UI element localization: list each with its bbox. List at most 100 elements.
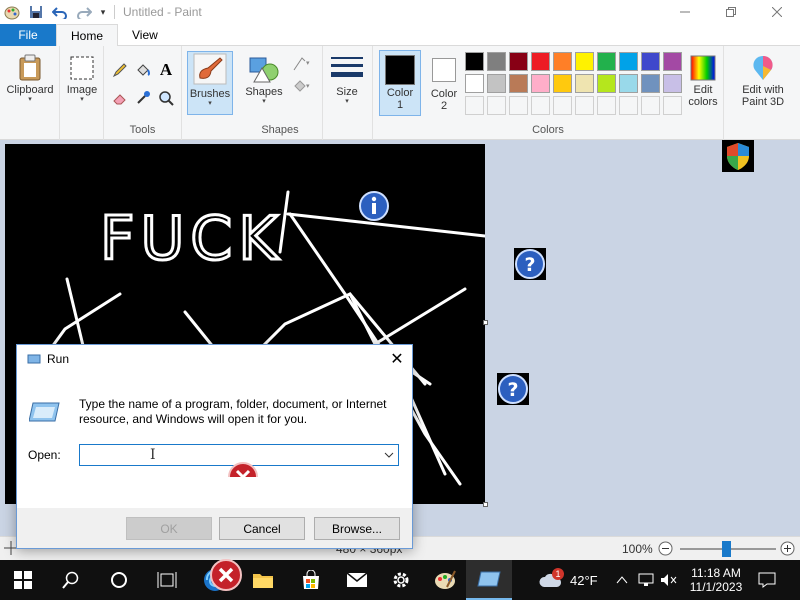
zoom-in-icon[interactable] <box>780 541 795 559</box>
fill-bucket-icon[interactable] <box>133 60 153 80</box>
window-title: Untitled - Paint <box>123 5 202 19</box>
save-icon[interactable] <box>24 0 48 24</box>
ok-button[interactable]: OK <box>126 517 212 540</box>
custom-color-slot[interactable] <box>619 96 638 115</box>
help-icon[interactable]: ? <box>514 248 546 280</box>
maximize-button[interactable] <box>708 0 754 24</box>
color-swatch[interactable] <box>663 52 682 71</box>
redo-icon[interactable] <box>72 0 96 24</box>
custom-color-slot[interactable] <box>487 96 506 115</box>
color-swatch[interactable] <box>663 74 682 93</box>
minimize-button[interactable] <box>662 0 708 24</box>
clock-date: 11/1/2023 <box>689 580 743 594</box>
clock[interactable]: 11:18 AM 11/1/2023 <box>684 560 748 600</box>
custom-color-slot[interactable] <box>531 96 550 115</box>
size-label: Size <box>336 86 358 98</box>
custom-color-slot[interactable] <box>597 96 616 115</box>
eraser-icon[interactable] <box>110 88 130 108</box>
pencil-icon[interactable] <box>110 60 130 80</box>
custom-color-slot[interactable] <box>553 96 572 115</box>
resize-handle-corner[interactable] <box>483 502 488 507</box>
cancel-button[interactable]: Cancel <box>219 517 305 540</box>
brushes-button[interactable]: Brushes ▾ <box>187 51 233 115</box>
size-button[interactable]: Size ▾ <box>326 54 368 106</box>
color1-number: 1 <box>396 99 404 111</box>
custom-color-slot[interactable] <box>575 96 594 115</box>
help-icon[interactable]: ? <box>497 373 529 405</box>
custom-color-slot[interactable] <box>663 96 682 115</box>
weather-widget[interactable]: 1 42°F <box>538 560 598 600</box>
clipboard-button[interactable]: Clipboard ▾ <box>4 54 56 104</box>
zoom-slider-thumb[interactable] <box>722 541 731 557</box>
color-swatch[interactable] <box>597 52 616 71</box>
info-icon[interactable] <box>358 190 390 222</box>
network-icon[interactable] <box>638 560 654 600</box>
cortana-button[interactable] <box>96 560 142 600</box>
fill-icon[interactable]: ▾ <box>290 76 316 96</box>
close-icon[interactable]: ✕ <box>382 345 412 373</box>
color-swatch[interactable] <box>531 52 550 71</box>
color1-button[interactable]: Color 1 <box>379 50 421 116</box>
run-dialog-titlebar: Run <box>17 345 412 373</box>
text-tool-icon[interactable]: A <box>156 60 176 80</box>
chevron-down-icon: ▾ <box>345 98 349 105</box>
undo-icon[interactable] <box>48 0 72 24</box>
paint-app-icon[interactable] <box>0 0 24 24</box>
chevron-down-icon[interactable] <box>384 448 394 465</box>
color-swatch[interactable] <box>465 52 484 71</box>
color-swatch[interactable] <box>619 52 638 71</box>
chevron-down-icon: ▾ <box>208 100 212 107</box>
custom-color-slot[interactable] <box>641 96 660 115</box>
tab-view[interactable]: View <box>118 24 172 46</box>
outline-icon[interactable]: ▾ <box>290 54 316 74</box>
magnifier-icon[interactable] <box>156 88 176 108</box>
color-swatch[interactable] <box>465 74 484 93</box>
color-swatch[interactable] <box>641 74 660 93</box>
zoom-out-icon[interactable] <box>658 541 673 559</box>
color-swatch[interactable] <box>619 74 638 93</box>
color-picker-icon[interactable] <box>133 88 153 108</box>
store-button[interactable] <box>288 560 334 600</box>
volume-muted-icon[interactable] <box>660 560 678 600</box>
tab-home[interactable]: Home <box>56 24 119 47</box>
security-shield-icon[interactable] <box>722 140 754 172</box>
color-swatch[interactable] <box>575 52 594 71</box>
resize-handle-right[interactable] <box>483 320 488 325</box>
color-swatch[interactable] <box>575 74 594 93</box>
color-swatch[interactable] <box>553 52 572 71</box>
color-swatch[interactable] <box>553 74 572 93</box>
settings-button[interactable] <box>378 560 424 600</box>
show-hidden-icons[interactable] <box>616 560 628 600</box>
custom-color-slot[interactable] <box>465 96 484 115</box>
file-explorer-button[interactable] <box>240 560 286 600</box>
custom-color-slot[interactable] <box>509 96 528 115</box>
color-swatch[interactable] <box>641 52 660 71</box>
task-view-icon <box>157 572 177 588</box>
search-button[interactable] <box>48 560 94 600</box>
color-swatch[interactable] <box>597 74 616 93</box>
color-swatch[interactable] <box>531 74 550 93</box>
color-swatch[interactable] <box>509 74 528 93</box>
brush-icon <box>193 53 227 85</box>
color2-button[interactable]: Color 2 <box>425 50 463 116</box>
notifications-button[interactable] <box>758 560 776 600</box>
color-swatch[interactable] <box>487 52 506 71</box>
start-button[interactable] <box>0 560 46 600</box>
image-button[interactable]: Image ▾ <box>62 54 102 104</box>
edit-with-paint3d-button[interactable]: Edit with Paint 3D <box>734 54 792 108</box>
shapes-button[interactable]: Shapes ▾ <box>242 54 286 106</box>
run-taskbar-button[interactable] <box>466 560 512 600</box>
paint-taskbar-button[interactable] <box>422 560 468 600</box>
mail-button[interactable] <box>334 560 380 600</box>
customize-toolbar-icon[interactable]: ▾ <box>96 0 110 24</box>
svg-text:▾: ▾ <box>306 60 310 67</box>
task-view-button[interactable] <box>144 560 190 600</box>
color-swatch[interactable] <box>509 52 528 71</box>
close-button[interactable] <box>754 0 800 24</box>
edit-colors-button[interactable]: Edit colors <box>683 54 723 108</box>
tab-file[interactable]: File <box>0 24 56 46</box>
title-bar: ▾ Untitled - Paint <box>0 0 800 24</box>
color-swatch[interactable] <box>487 74 506 93</box>
run-description: Type the name of a program, folder, docu… <box>79 397 387 426</box>
browse-button[interactable]: Browse... <box>314 517 400 540</box>
